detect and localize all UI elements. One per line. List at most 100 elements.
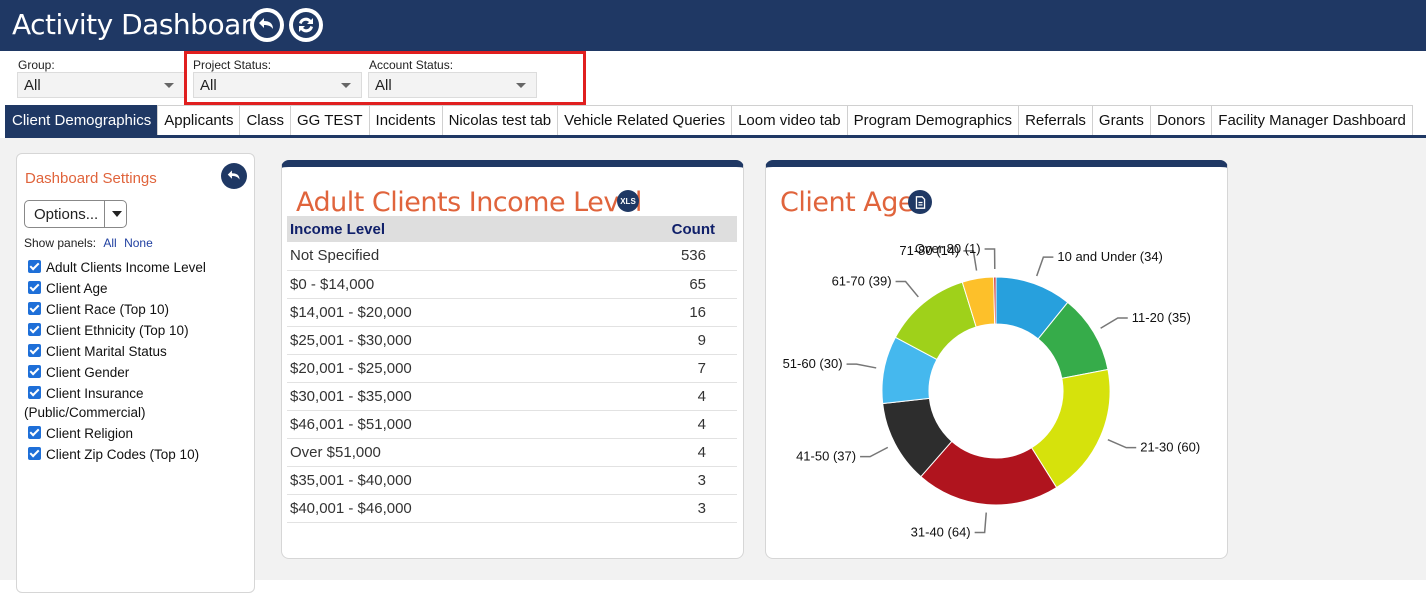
chevron-down-icon <box>112 211 122 217</box>
refresh-icon <box>293 12 319 38</box>
table-row: $30,001 - $35,000 4 <box>287 382 737 411</box>
checkbox[interactable] <box>28 447 41 460</box>
panel-checkbox-list: Adult Clients Income Level Client Age Clie… <box>24 258 252 466</box>
highlight-box <box>184 51 586 105</box>
count-cell: 16 <box>577 298 737 327</box>
group-value: All <box>24 77 41 94</box>
show-none-link[interactable]: None <box>124 236 153 250</box>
income-level-cell: Not Specified <box>287 242 578 271</box>
leader-line <box>1107 438 1137 449</box>
count-cell: 4 <box>577 438 737 467</box>
table-row: $0 - $14,000 65 <box>287 270 737 299</box>
checkbox[interactable] <box>28 281 41 294</box>
settings-undo-button[interactable] <box>221 163 247 189</box>
leader-line <box>860 446 889 458</box>
tab-referrals[interactable]: Referrals <box>1018 105 1093 135</box>
chevron-down-icon <box>164 83 174 88</box>
panel-checkbox-item[interactable]: Client Marital Status <box>24 342 252 361</box>
count-cell: 7 <box>577 354 737 383</box>
panel-checkbox-item[interactable]: Client Race (Top 10) <box>24 300 252 319</box>
checkbox-label: Client Religion <box>46 426 134 441</box>
checkbox[interactable] <box>28 302 41 315</box>
count-cell: 536 <box>577 242 737 271</box>
options-label: Options... <box>34 206 99 223</box>
checkbox-label: Client Ethnicity (Top 10) <box>46 323 189 338</box>
leader-line <box>1100 317 1128 329</box>
leader-line <box>1035 256 1054 277</box>
show-panels-row: Show panels: All None <box>24 236 153 250</box>
group-label: Group: <box>18 58 55 72</box>
undo-button[interactable] <box>250 8 284 42</box>
slice-over-80[interactable] <box>993 276 997 325</box>
tab-nicolas-test-tab[interactable]: Nicolas test tab <box>441 105 559 135</box>
leader-line <box>846 363 877 369</box>
slice-label: 61-70 (39) <box>832 274 892 289</box>
group-select[interactable]: All <box>17 72 185 98</box>
dashboard-settings-title: Dashboard Settings <box>25 170 157 187</box>
income-panel-title: Adult Clients Income Level <box>296 187 642 218</box>
options-dropdown[interactable]: Options... <box>24 200 127 228</box>
panel-checkbox-item[interactable]: Client Insurance (Public/Commercial) <box>24 384 252 422</box>
tab-client-demographics[interactable]: Client Demographics <box>5 105 159 135</box>
table-header-row: Income Level Count <box>287 216 737 242</box>
income-level-cell: $20,001 - $25,000 <box>287 354 578 383</box>
checkbox-label: Client Race (Top 10) <box>46 302 170 317</box>
panel-checkbox-item[interactable]: Client Age <box>24 279 252 298</box>
checkbox-label: Client Marital Status <box>46 344 167 359</box>
income-level-cell: $25,001 - $30,000 <box>287 326 578 355</box>
leader-line <box>895 280 919 298</box>
show-all-link[interactable]: All <box>103 236 116 250</box>
tab-gg-test[interactable]: GG TEST <box>289 105 370 135</box>
leader-line <box>984 248 996 270</box>
tab-facility-manager-dashboard[interactable]: Facility Manager Dashboard <box>1211 105 1413 135</box>
panel-checkbox-item[interactable]: Client Ethnicity (Top 10) <box>24 321 252 340</box>
slice-label: 10 and Under (34) <box>1057 249 1163 264</box>
table-row: $35,001 - $40,000 3 <box>287 466 737 495</box>
table-row: Over $51,000 4 <box>287 438 737 467</box>
slice-label: Over 80 (1) <box>915 241 981 256</box>
checkbox[interactable] <box>28 386 41 399</box>
income-level-header[interactable]: Income Level <box>287 216 578 242</box>
checkbox-label: Client Zip Codes (Top 10) <box>46 447 200 462</box>
slice-label: 51-60 (30) <box>783 356 843 371</box>
table-row: $25,001 - $30,000 9 <box>287 326 737 355</box>
page-title: Activity Dashboard <box>12 8 269 41</box>
income-level-cell: $30,001 - $35,000 <box>287 382 578 411</box>
checkbox[interactable] <box>28 260 41 273</box>
panel-checkbox-item[interactable]: Client Zip Codes (Top 10) <box>24 445 252 464</box>
tab-applicants[interactable]: Applicants <box>157 105 241 135</box>
income-level-cell: Over $51,000 <box>287 438 578 467</box>
income-level-cell: $35,001 - $40,000 <box>287 466 578 495</box>
tab-loom-video-tab[interactable]: Loom video tab <box>731 105 848 135</box>
table-row: $40,001 - $46,000 3 <box>287 494 737 523</box>
checkbox-label: Client Insurance (Public/Commercial) <box>24 386 146 420</box>
client-age-panel: Client Age 10 and Under (34) 11-20 (35) 21… <box>765 160 1228 559</box>
tab-incidents[interactable]: Incidents <box>368 105 443 135</box>
tab-grants[interactable]: Grants <box>1091 105 1151 135</box>
checkbox[interactable] <box>28 323 41 336</box>
checkbox[interactable] <box>28 344 41 357</box>
dashboard-settings-panel: Dashboard Settings Options... Show panel… <box>16 153 255 593</box>
excel-export-icon[interactable]: XLS <box>617 190 639 212</box>
panel-checkbox-item[interactable]: Client Gender <box>24 363 252 382</box>
tab-class[interactable]: Class <box>239 105 291 135</box>
table-row: $14,001 - $20,000 16 <box>287 298 737 327</box>
tab-donors[interactable]: Donors <box>1149 105 1213 135</box>
income-level-cell: $0 - $14,000 <box>287 270 578 299</box>
checkbox[interactable] <box>28 365 41 378</box>
refresh-button[interactable] <box>289 8 323 42</box>
count-header[interactable]: Count <box>577 216 737 242</box>
checkbox[interactable] <box>28 426 41 439</box>
table-row: Not Specified 536 <box>287 242 737 271</box>
table-row: $20,001 - $25,000 7 <box>287 354 737 383</box>
options-divider <box>104 201 105 227</box>
count-cell: 3 <box>577 494 737 523</box>
panel-checkbox-item[interactable]: Client Religion <box>24 424 252 443</box>
tab-program-demographics[interactable]: Program Demographics <box>846 105 1020 135</box>
tab-vehicle-related-queries[interactable]: Vehicle Related Queries <box>557 105 733 135</box>
checkbox-label: Client Age <box>46 281 108 296</box>
checkbox-label: Adult Clients Income Level <box>46 260 206 275</box>
panel-checkbox-item[interactable]: Adult Clients Income Level <box>24 258 252 277</box>
count-cell: 65 <box>577 270 737 299</box>
slice-label: 11-20 (35) <box>1132 310 1191 325</box>
